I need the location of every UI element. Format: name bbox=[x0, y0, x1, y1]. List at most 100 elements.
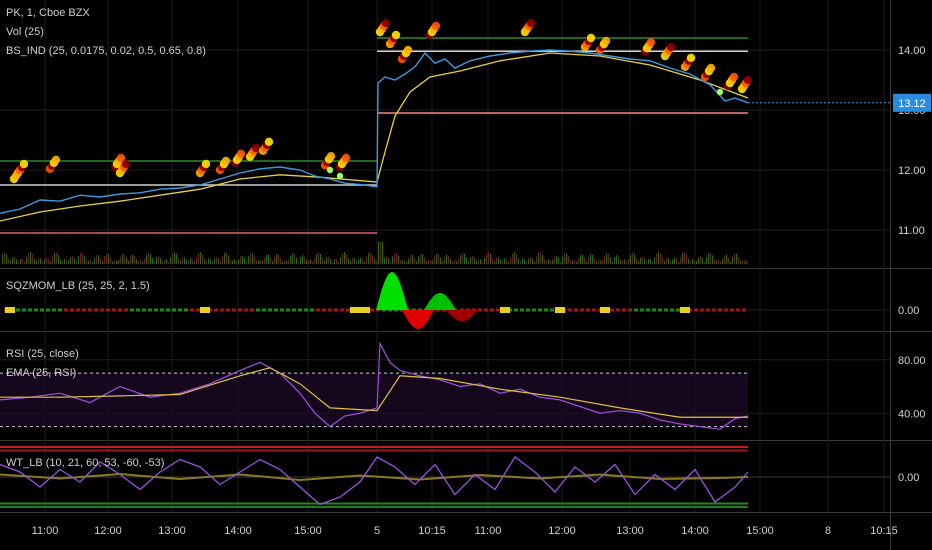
volume-bar bbox=[320, 253, 322, 264]
volume-bar bbox=[638, 261, 640, 264]
volume-bar bbox=[406, 261, 408, 264]
volume-bar bbox=[76, 260, 78, 264]
squeeze-on-marker bbox=[600, 307, 610, 313]
sqzmom-label: SQZMOM_LB (25, 25, 2, 1.5) bbox=[6, 280, 150, 292]
squeeze-dot bbox=[706, 308, 710, 312]
volume-bar bbox=[306, 260, 308, 264]
volume-bar bbox=[616, 255, 618, 264]
volume-bar bbox=[286, 260, 288, 264]
volume-bar bbox=[92, 261, 94, 264]
volume-bar bbox=[152, 258, 154, 264]
volume-bar bbox=[680, 257, 682, 264]
volume-bar bbox=[300, 256, 302, 264]
squeeze-on-marker bbox=[200, 307, 210, 313]
volume-bar bbox=[108, 254, 110, 264]
volume-bar bbox=[70, 257, 72, 264]
volume-bar bbox=[620, 259, 622, 264]
volume-bar bbox=[682, 253, 684, 264]
volume-bar bbox=[138, 261, 140, 264]
volume-bar bbox=[164, 259, 166, 264]
signal-marker bbox=[526, 18, 536, 28]
volume-bar bbox=[454, 259, 456, 264]
volume-bar bbox=[670, 260, 672, 264]
volume-bar bbox=[342, 253, 344, 264]
squeeze-dot bbox=[16, 308, 20, 312]
volume-bar bbox=[674, 257, 676, 264]
volume-bar bbox=[364, 261, 366, 264]
x-tick-label: 15:00 bbox=[294, 525, 322, 537]
volume-bar bbox=[714, 259, 716, 264]
volume-bar bbox=[706, 256, 708, 264]
volume-bar bbox=[228, 255, 230, 264]
volume-bar bbox=[604, 255, 606, 264]
volume-bar bbox=[126, 258, 128, 264]
volume-bar bbox=[356, 261, 358, 264]
volume-bar bbox=[64, 258, 66, 264]
squeeze-dot bbox=[646, 308, 650, 312]
volume-bar bbox=[378, 242, 380, 264]
volume-bar bbox=[222, 256, 224, 264]
volume-bar bbox=[510, 257, 512, 264]
volume-bar bbox=[326, 257, 328, 264]
squeeze-dot bbox=[28, 308, 32, 312]
chart-canvas[interactable]: 11:00 12:00 13:00 14:00 15:00 5 10:15 11:00 12:0… bbox=[0, 0, 932, 550]
volume-bar bbox=[284, 260, 286, 264]
volume-bar bbox=[696, 260, 698, 264]
volume-bar bbox=[332, 261, 334, 264]
volume-bar bbox=[570, 260, 572, 264]
volume-bar bbox=[80, 252, 82, 264]
squeeze-dot bbox=[52, 308, 56, 312]
volume-bar bbox=[346, 254, 348, 264]
squeeze-dot bbox=[622, 308, 626, 312]
volume-bar bbox=[170, 257, 172, 264]
volume-bar bbox=[732, 256, 734, 264]
volume-bar bbox=[672, 259, 674, 264]
volume-bar bbox=[480, 259, 482, 264]
volume-bar bbox=[36, 260, 38, 264]
squeeze-dot bbox=[484, 308, 488, 312]
volume-bar bbox=[310, 259, 312, 264]
volume-bar bbox=[506, 258, 508, 264]
volume-bar bbox=[690, 261, 692, 264]
volume-bar bbox=[466, 257, 468, 264]
price-line[interactable] bbox=[0, 49, 749, 214]
volume-bar bbox=[190, 258, 192, 264]
volume-bar bbox=[304, 256, 306, 264]
volume-bar bbox=[292, 253, 294, 264]
squeeze-dot bbox=[586, 308, 590, 312]
volume-bar bbox=[206, 260, 208, 264]
signal-marker bbox=[743, 75, 753, 85]
volume-bar bbox=[140, 259, 142, 264]
volume-bar bbox=[400, 260, 402, 264]
volume-bar bbox=[486, 253, 488, 264]
volume-bar bbox=[258, 260, 260, 264]
squeeze-dot bbox=[304, 308, 308, 312]
volume-bar bbox=[4, 252, 6, 264]
volume-bar bbox=[330, 258, 332, 264]
squeeze-dot bbox=[40, 308, 44, 312]
volume-bar bbox=[72, 256, 74, 264]
volume-bar bbox=[336, 259, 338, 264]
volume-bar bbox=[448, 255, 450, 264]
volume-bar bbox=[628, 258, 630, 264]
volume-bar bbox=[128, 260, 130, 264]
volume-bar bbox=[146, 254, 148, 264]
volume-bar bbox=[550, 260, 552, 264]
volume-bar bbox=[68, 260, 70, 264]
volume-bar bbox=[396, 252, 398, 264]
volume-bar bbox=[124, 254, 126, 264]
squeeze-on-marker bbox=[555, 307, 565, 313]
volume-bar bbox=[46, 257, 48, 264]
rsi-pane[interactable] bbox=[0, 341, 749, 430]
volume-bar bbox=[476, 261, 478, 264]
squeeze-dot bbox=[640, 308, 644, 312]
rsi-tick-label: 80.00 bbox=[898, 355, 926, 367]
volume-bar bbox=[212, 261, 214, 264]
volume-bar bbox=[308, 260, 310, 264]
squeeze-dot bbox=[70, 308, 74, 312]
volume-bar bbox=[692, 259, 694, 264]
squeeze-dot bbox=[328, 308, 332, 312]
volume-bar bbox=[578, 257, 580, 264]
squeeze-dot bbox=[340, 308, 344, 312]
squeeze-dot bbox=[736, 308, 740, 312]
